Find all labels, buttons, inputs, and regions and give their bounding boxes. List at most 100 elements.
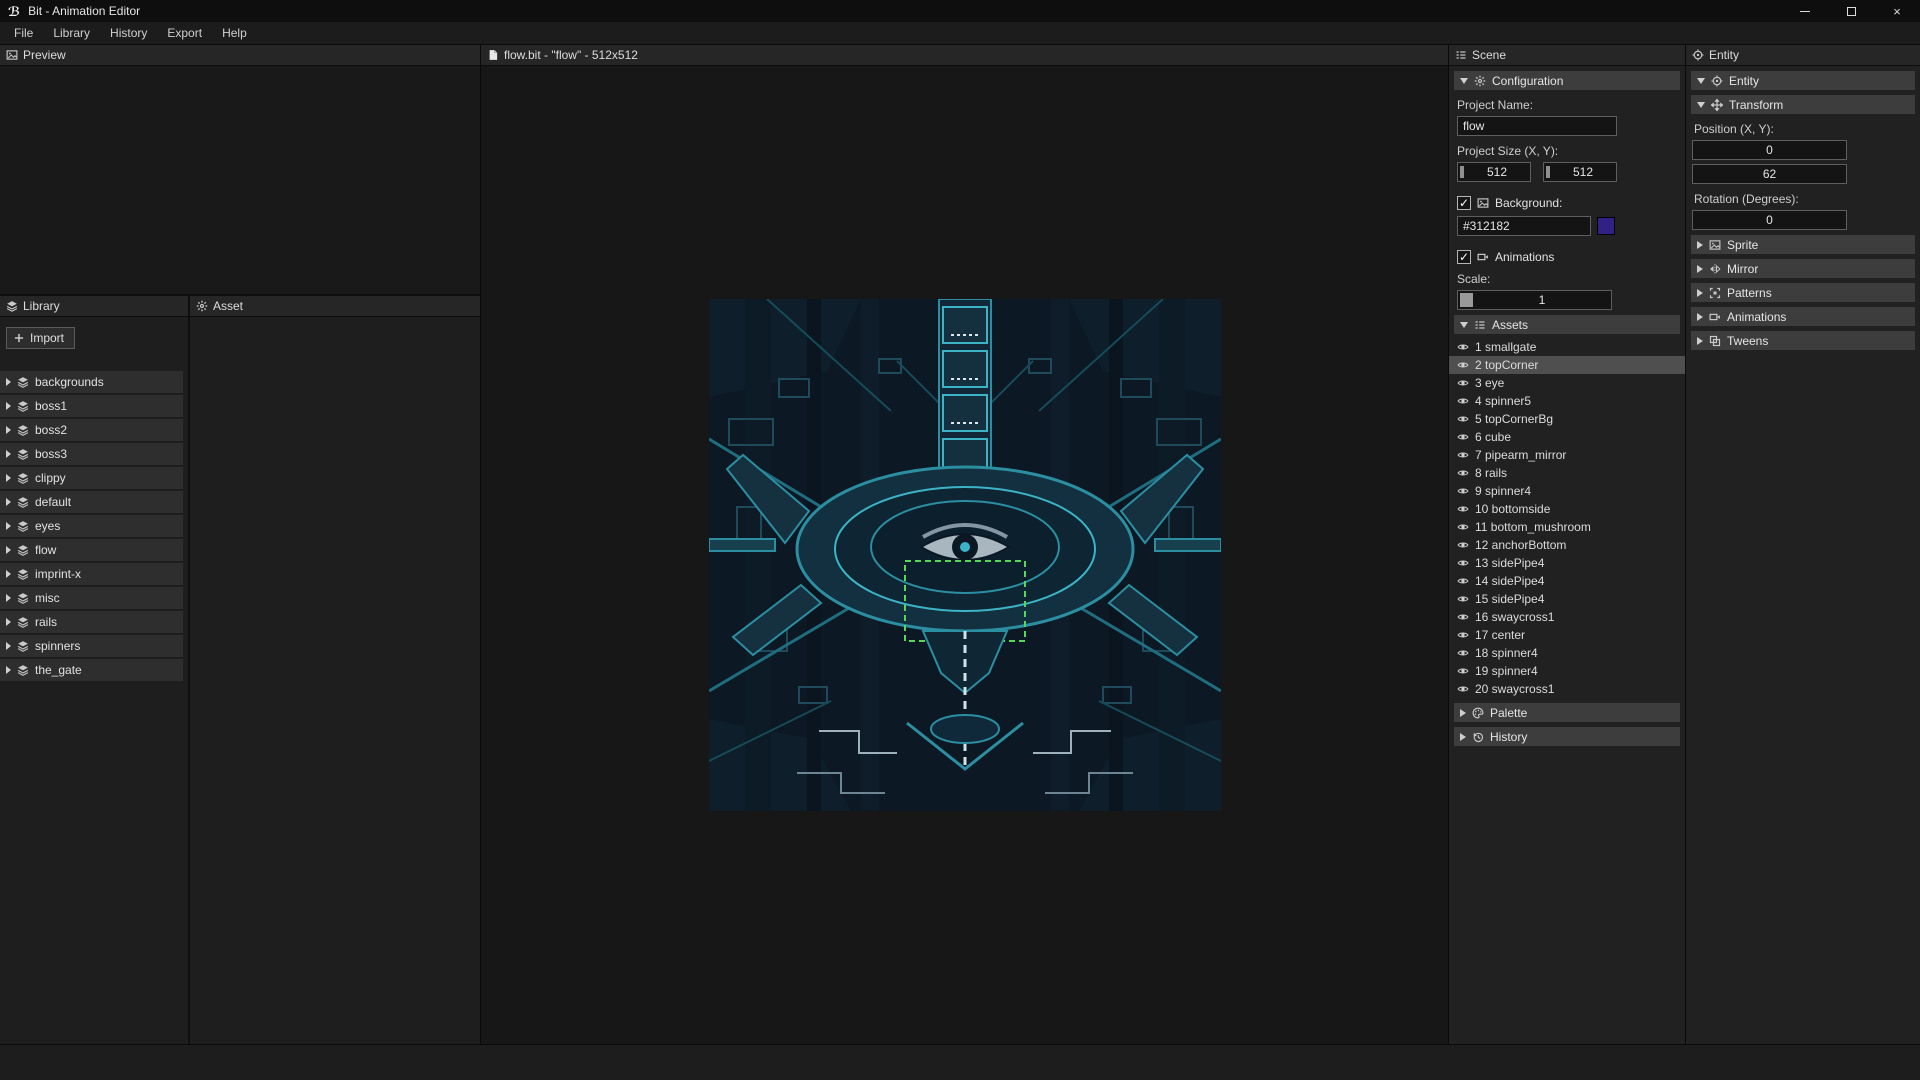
visibility-eye-icon[interactable] — [1457, 629, 1469, 641]
preview-content — [0, 66, 480, 294]
asset-row[interactable]: 12 anchorBottom — [1449, 536, 1685, 554]
list-icon — [1455, 49, 1467, 61]
asset-row[interactable]: 6 cube — [1449, 428, 1685, 446]
entity-section-entity[interactable]: Entity — [1691, 71, 1915, 90]
close-button[interactable]: × — [1874, 0, 1920, 22]
background-color-input[interactable] — [1457, 216, 1591, 236]
assets-section-header[interactable]: Assets — [1454, 315, 1680, 334]
library-item[interactable]: the_gate — [0, 659, 183, 681]
visibility-eye-icon[interactable] — [1457, 575, 1469, 587]
visibility-eye-icon[interactable] — [1457, 377, 1469, 389]
entity-panel: Entity Entity Transform Position (X, Y):… — [1686, 45, 1920, 1044]
list-icon — [1474, 319, 1486, 331]
menu-file[interactable]: File — [4, 26, 43, 40]
visibility-eye-icon[interactable] — [1457, 467, 1469, 479]
gear-icon — [1474, 75, 1486, 87]
visibility-eye-icon[interactable] — [1457, 449, 1469, 461]
visibility-eye-icon[interactable] — [1457, 539, 1469, 551]
asset-row-label: 4 spinner5 — [1475, 394, 1531, 408]
background-color-swatch[interactable] — [1597, 217, 1615, 235]
entity-section-mirror[interactable]: Mirror — [1691, 259, 1915, 278]
library-panel-header: Library — [0, 296, 188, 317]
entity-section-transform[interactable]: Transform — [1691, 95, 1915, 114]
palette-section-header[interactable]: Palette — [1454, 703, 1680, 722]
layers-icon — [17, 376, 29, 388]
visibility-eye-icon[interactable] — [1457, 557, 1469, 569]
library-item[interactable]: flow — [0, 539, 183, 561]
background-checkbox[interactable]: ✓ — [1457, 196, 1471, 210]
scale-input[interactable] — [1473, 293, 1611, 307]
library-item[interactable]: imprint-x — [0, 563, 183, 585]
import-button[interactable]: Import — [6, 327, 75, 349]
menu-history[interactable]: History — [100, 26, 157, 40]
visibility-eye-icon[interactable] — [1457, 413, 1469, 425]
asset-row[interactable]: 9 spinner4 — [1449, 482, 1685, 500]
visibility-eye-icon[interactable] — [1457, 431, 1469, 443]
library-item[interactable]: clippy — [0, 467, 183, 489]
library-item[interactable]: eyes — [0, 515, 183, 537]
visibility-eye-icon[interactable] — [1457, 485, 1469, 497]
asset-row[interactable]: 5 topCornerBg — [1449, 410, 1685, 428]
library-item[interactable]: misc — [0, 587, 183, 609]
library-item[interactable]: spinners — [0, 635, 183, 657]
asset-row[interactable]: 18 spinner4 — [1449, 644, 1685, 662]
asset-row[interactable]: 15 sidePipe4 — [1449, 590, 1685, 608]
library-item[interactable]: default — [0, 491, 183, 513]
visibility-eye-icon[interactable] — [1457, 611, 1469, 623]
scale-drag-handle[interactable] — [1460, 293, 1473, 307]
asset-row[interactable]: 19 spinner4 — [1449, 662, 1685, 680]
library-item[interactable]: boss1 — [0, 395, 183, 417]
visibility-eye-icon[interactable] — [1457, 665, 1469, 677]
library-item[interactable]: boss2 — [0, 419, 183, 441]
size-y-input[interactable] — [1550, 165, 1616, 179]
project-name-input[interactable] — [1457, 116, 1617, 136]
visibility-eye-icon[interactable] — [1457, 341, 1469, 353]
configuration-section-header[interactable]: Configuration — [1454, 71, 1680, 90]
entity-section-patterns[interactable]: Patterns — [1691, 283, 1915, 302]
visibility-eye-icon[interactable] — [1457, 683, 1469, 695]
asset-row[interactable]: 16 swaycross1 — [1449, 608, 1685, 626]
preview-icon — [6, 49, 18, 61]
canvas-artwork[interactable] — [709, 299, 1221, 811]
asset-row[interactable]: 8 rails — [1449, 464, 1685, 482]
library-item[interactable]: backgrounds — [0, 371, 183, 393]
menu-library[interactable]: Library — [43, 26, 100, 40]
asset-row[interactable]: 10 bottomside — [1449, 500, 1685, 518]
visibility-eye-icon[interactable] — [1457, 521, 1469, 533]
rotation-input[interactable] — [1692, 210, 1847, 230]
expand-arrow-icon — [6, 426, 11, 434]
asset-row[interactable]: 20 swaycross1 — [1449, 680, 1685, 698]
minimize-button[interactable] — [1782, 0, 1828, 22]
visibility-eye-icon[interactable] — [1457, 395, 1469, 407]
visibility-eye-icon[interactable] — [1457, 647, 1469, 659]
asset-row[interactable]: 7 pipearm_mirror — [1449, 446, 1685, 464]
visibility-eye-icon[interactable] — [1457, 503, 1469, 515]
maximize-button[interactable] — [1828, 0, 1874, 22]
size-x-input[interactable] — [1464, 165, 1530, 179]
asset-row[interactable]: 2 topCorner — [1449, 356, 1685, 374]
layers-icon — [17, 472, 29, 484]
visibility-eye-icon[interactable] — [1457, 593, 1469, 605]
position-x-input[interactable] — [1692, 140, 1847, 160]
asset-row[interactable]: 1 smallgate — [1449, 338, 1685, 356]
animations-checkbox[interactable]: ✓ — [1457, 250, 1471, 264]
asset-row[interactable]: 3 eye — [1449, 374, 1685, 392]
library-item-label: rails — [35, 615, 57, 629]
menu-help[interactable]: Help — [212, 26, 257, 40]
asset-row[interactable]: 17 center — [1449, 626, 1685, 644]
asset-row[interactable]: 4 spinner5 — [1449, 392, 1685, 410]
asset-row[interactable]: 13 sidePipe4 — [1449, 554, 1685, 572]
entity-section-tweens[interactable]: Tweens — [1691, 331, 1915, 350]
library-item[interactable]: boss3 — [0, 443, 183, 465]
visibility-eye-icon[interactable] — [1457, 359, 1469, 371]
history-section-header[interactable]: History — [1454, 727, 1680, 746]
library-item[interactable]: rails — [0, 611, 183, 633]
canvas-viewport[interactable] — [481, 66, 1448, 1044]
position-y-input[interactable] — [1692, 164, 1847, 184]
library-item-label: boss1 — [35, 399, 67, 413]
asset-row[interactable]: 11 bottom_mushroom — [1449, 518, 1685, 536]
asset-row[interactable]: 14 sidePipe4 — [1449, 572, 1685, 590]
entity-section-animations[interactable]: Animations — [1691, 307, 1915, 326]
entity-section-sprite[interactable]: Sprite — [1691, 235, 1915, 254]
menu-export[interactable]: Export — [157, 26, 212, 40]
